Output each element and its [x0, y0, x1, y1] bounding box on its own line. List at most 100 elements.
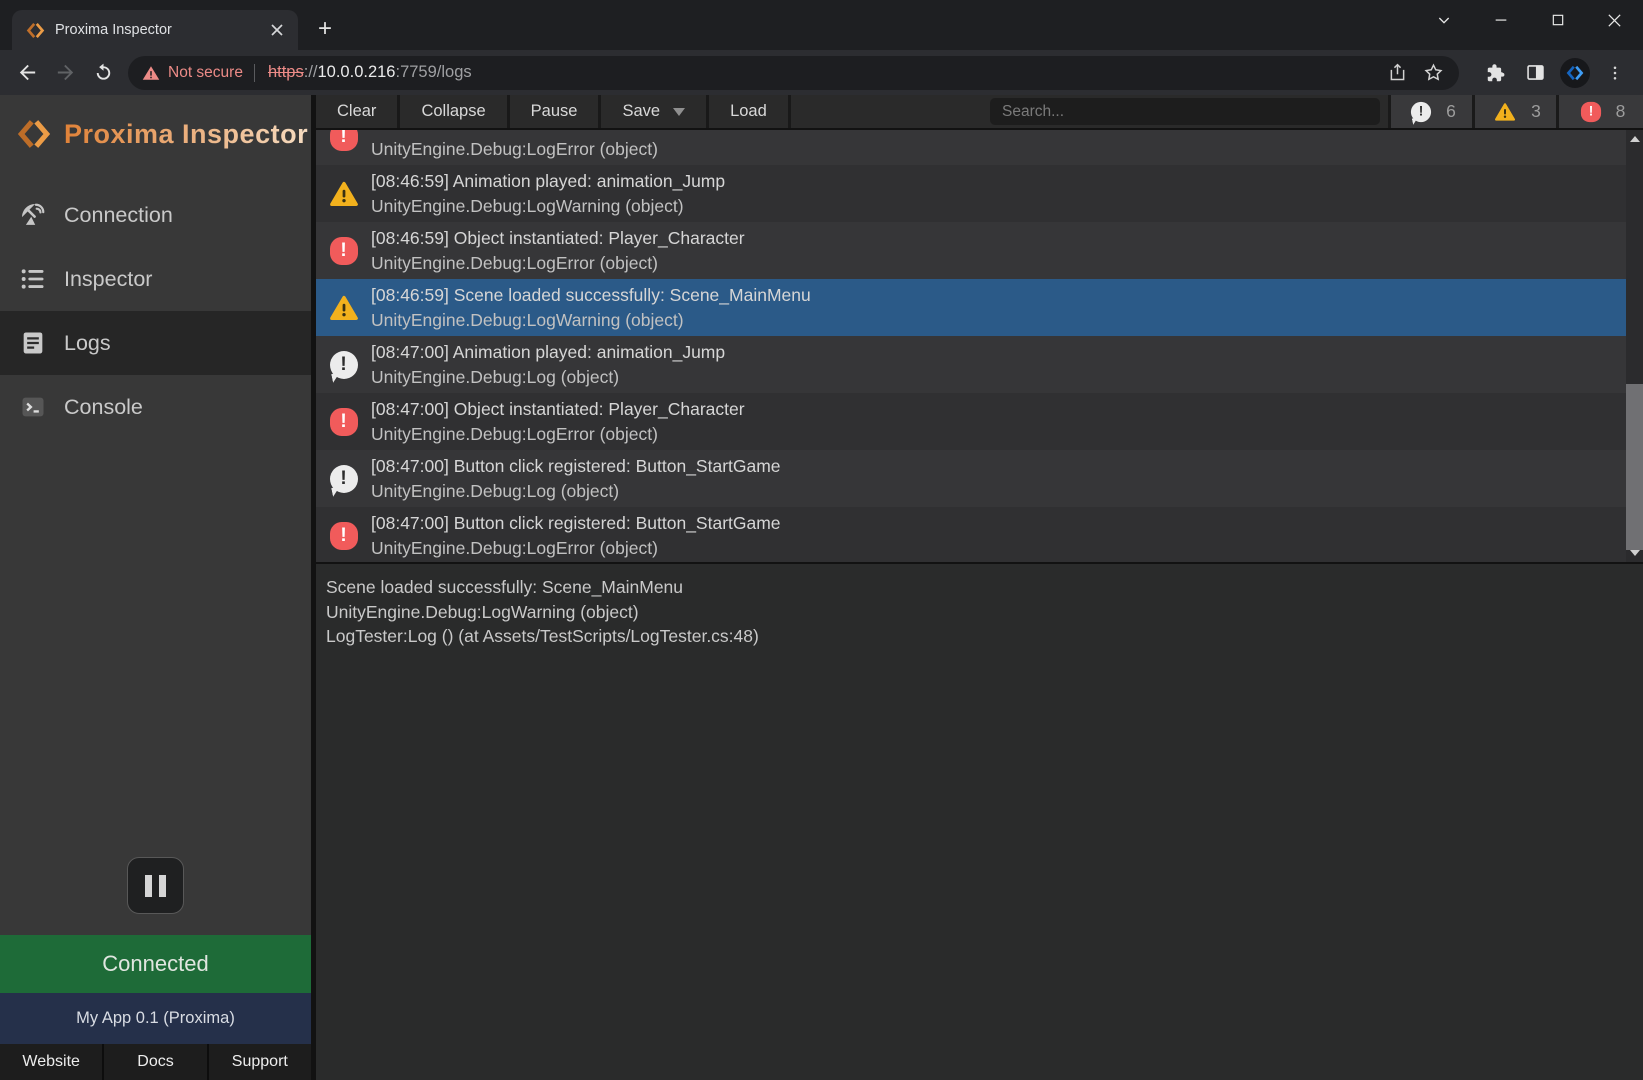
toolbar-button-clear[interactable]: Clear: [316, 95, 400, 128]
filter-error-button[interactable]: ! 8: [1556, 95, 1643, 128]
tab-search-chevron-icon[interactable]: [1415, 0, 1472, 40]
connection-status-badge: Connected: [0, 935, 311, 993]
proxima-favicon-icon: [26, 21, 45, 40]
log-message: [08:47:00] Object instantiated: Player_C…: [371, 398, 745, 420]
profile-avatar[interactable]: [1555, 53, 1595, 93]
log-row[interactable]: ! [08:47:00] Animation played: animation…: [316, 336, 1626, 393]
detail-line: UnityEngine.Debug:LogWarning (object): [326, 600, 1633, 625]
sidebar-nav: Connection Inspector Logs Console: [0, 183, 311, 439]
info-icon: !: [1411, 101, 1431, 121]
dropdown-caret-icon[interactable]: [673, 108, 685, 116]
log-message: [08:46:59] Animation played: animation_J…: [371, 170, 725, 192]
browser-tab[interactable]: Proxima Inspector: [12, 10, 298, 50]
close-window-button[interactable]: [1586, 0, 1643, 40]
extensions-icon[interactable]: [1475, 53, 1515, 93]
address-bar[interactable]: Not secure https://10.0.0.216:7759/logs: [128, 56, 1459, 90]
warning-log-icon: [329, 179, 359, 209]
search-input[interactable]: [990, 98, 1380, 125]
log-stacktrace: UnityEngine.Debug:LogError (object): [371, 537, 781, 559]
scrollbar-track[interactable]: [1626, 130, 1643, 562]
scrollbar-thumb[interactable]: [1626, 384, 1643, 550]
bookmark-star-icon[interactable]: [1415, 56, 1451, 90]
error-log-icon: !: [330, 130, 358, 151]
log-row[interactable]: ! [08:47:00] Button click registered: Bu…: [316, 507, 1626, 564]
side-panel-icon[interactable]: [1515, 53, 1555, 93]
share-icon[interactable]: [1379, 56, 1415, 90]
filter-info-button[interactable]: ! 6: [1388, 95, 1472, 128]
window-controls: [1415, 0, 1643, 40]
toolbar-button-label: Pause: [531, 102, 578, 121]
menu-kebab-icon[interactable]: [1595, 53, 1635, 93]
footer-link-support[interactable]: Support: [207, 1044, 311, 1080]
log-row[interactable]: ! [08:46:59] Object instantiated: Player…: [316, 222, 1626, 279]
avatar-proxima-logo-icon: [1560, 58, 1590, 88]
footer-link-website[interactable]: Website: [0, 1044, 102, 1080]
url-path: :7759/logs: [396, 63, 472, 81]
maximize-button[interactable]: [1529, 0, 1586, 40]
forward-icon[interactable]: [46, 54, 84, 92]
error-log-icon: !: [330, 237, 358, 265]
not-secure-label[interactable]: Not secure: [168, 64, 243, 82]
log-message: [08:47:00] Button click registered: Butt…: [371, 512, 781, 534]
url-scheme: https: [268, 63, 304, 81]
error-log-icon: !: [330, 408, 358, 436]
toolbar-button-load[interactable]: Load: [709, 95, 791, 128]
log-row[interactable]: [08:46:59] Animation played: animation_J…: [316, 165, 1626, 222]
sidebar-footer: WebsiteDocsSupport: [0, 1044, 311, 1080]
url-host: 10.0.0.216: [318, 63, 396, 81]
toolbar-button-collapse[interactable]: Collapse: [400, 95, 509, 128]
warning-count: 3: [1531, 101, 1541, 122]
pause-stream-button[interactable]: [127, 857, 184, 914]
log-list: ! UnityEngine.Debug:LogError (object) [0…: [316, 130, 1643, 564]
reload-icon[interactable]: [84, 54, 122, 92]
log-row[interactable]: ! UnityEngine.Debug:LogError (object): [316, 130, 1626, 165]
log-row[interactable]: ! [08:47:00] Object instantiated: Player…: [316, 393, 1626, 450]
minimize-button[interactable]: [1472, 0, 1529, 40]
satellite-icon: [19, 201, 47, 229]
filter-warning-button[interactable]: 3: [1472, 95, 1556, 128]
tab-title: Proxima Inspector: [55, 22, 266, 38]
info-log-icon: !: [330, 465, 358, 493]
sidebar-item-logs[interactable]: Logs: [0, 311, 311, 375]
brand-title: Proxima Inspector: [64, 119, 308, 150]
log-message: [08:47:00] Button click registered: Butt…: [371, 455, 781, 477]
browser-window: Proxima Inspector +: [0, 0, 1643, 1080]
footer-link-docs[interactable]: Docs: [102, 1044, 206, 1080]
url-scheme-suffix: ://: [304, 63, 318, 81]
not-secure-warning-icon: [142, 64, 160, 82]
info-log-icon: !: [330, 351, 358, 379]
log-stacktrace: UnityEngine.Debug:LogWarning (object): [371, 195, 725, 217]
sidebar-item-inspector[interactable]: Inspector: [0, 247, 311, 311]
warning-icon: [1494, 101, 1516, 123]
info-count: 6: [1446, 101, 1456, 122]
terminal-icon: [19, 393, 47, 421]
log-row[interactable]: ! [08:47:00] Button click registered: Bu…: [316, 450, 1626, 507]
toolbar-button-label: Load: [730, 102, 767, 121]
log-row[interactable]: [08:46:59] Scene loaded successfully: Sc…: [316, 279, 1626, 336]
sidebar-item-label: Logs: [64, 331, 111, 356]
log-stacktrace: UnityEngine.Debug:LogWarning (object): [371, 309, 811, 331]
browser-navbar: Not secure https://10.0.0.216:7759/logs: [0, 50, 1643, 95]
url-text[interactable]: https://10.0.0.216:7759/logs: [268, 63, 472, 82]
log-stacktrace: UnityEngine.Debug:Log (object): [371, 366, 725, 388]
sidebar-item-label: Inspector: [64, 267, 152, 292]
proxima-logo-icon: [17, 117, 51, 151]
sidebar-item-console[interactable]: Console: [0, 375, 311, 439]
log-message: [08:47:00] Animation played: animation_J…: [371, 341, 725, 363]
url-divider: [254, 64, 255, 82]
toolbar-button-pause[interactable]: Pause: [510, 95, 602, 128]
scroll-down-icon[interactable]: [1626, 545, 1643, 561]
app-version-label: My App 0.1 (Proxima): [0, 993, 311, 1044]
sidebar-item-connection[interactable]: Connection: [0, 183, 311, 247]
logs-toolbar: Clear Collapse Pause Save Load ! 6 3 !: [316, 95, 1643, 130]
toolbar-button-save[interactable]: Save: [601, 95, 709, 128]
back-icon[interactable]: [8, 54, 46, 92]
toolbar-button-label: Collapse: [421, 102, 485, 121]
detail-line: LogTester:Log () (at Assets/TestScripts/…: [326, 624, 1633, 649]
toolbar-button-label: Clear: [337, 102, 376, 121]
sidebar-item-label: Console: [64, 395, 143, 420]
tab-close-icon[interactable]: [266, 19, 288, 41]
sidebar-spacer: [0, 439, 311, 857]
new-tab-button[interactable]: +: [310, 14, 340, 44]
scroll-up-icon[interactable]: [1626, 131, 1643, 147]
